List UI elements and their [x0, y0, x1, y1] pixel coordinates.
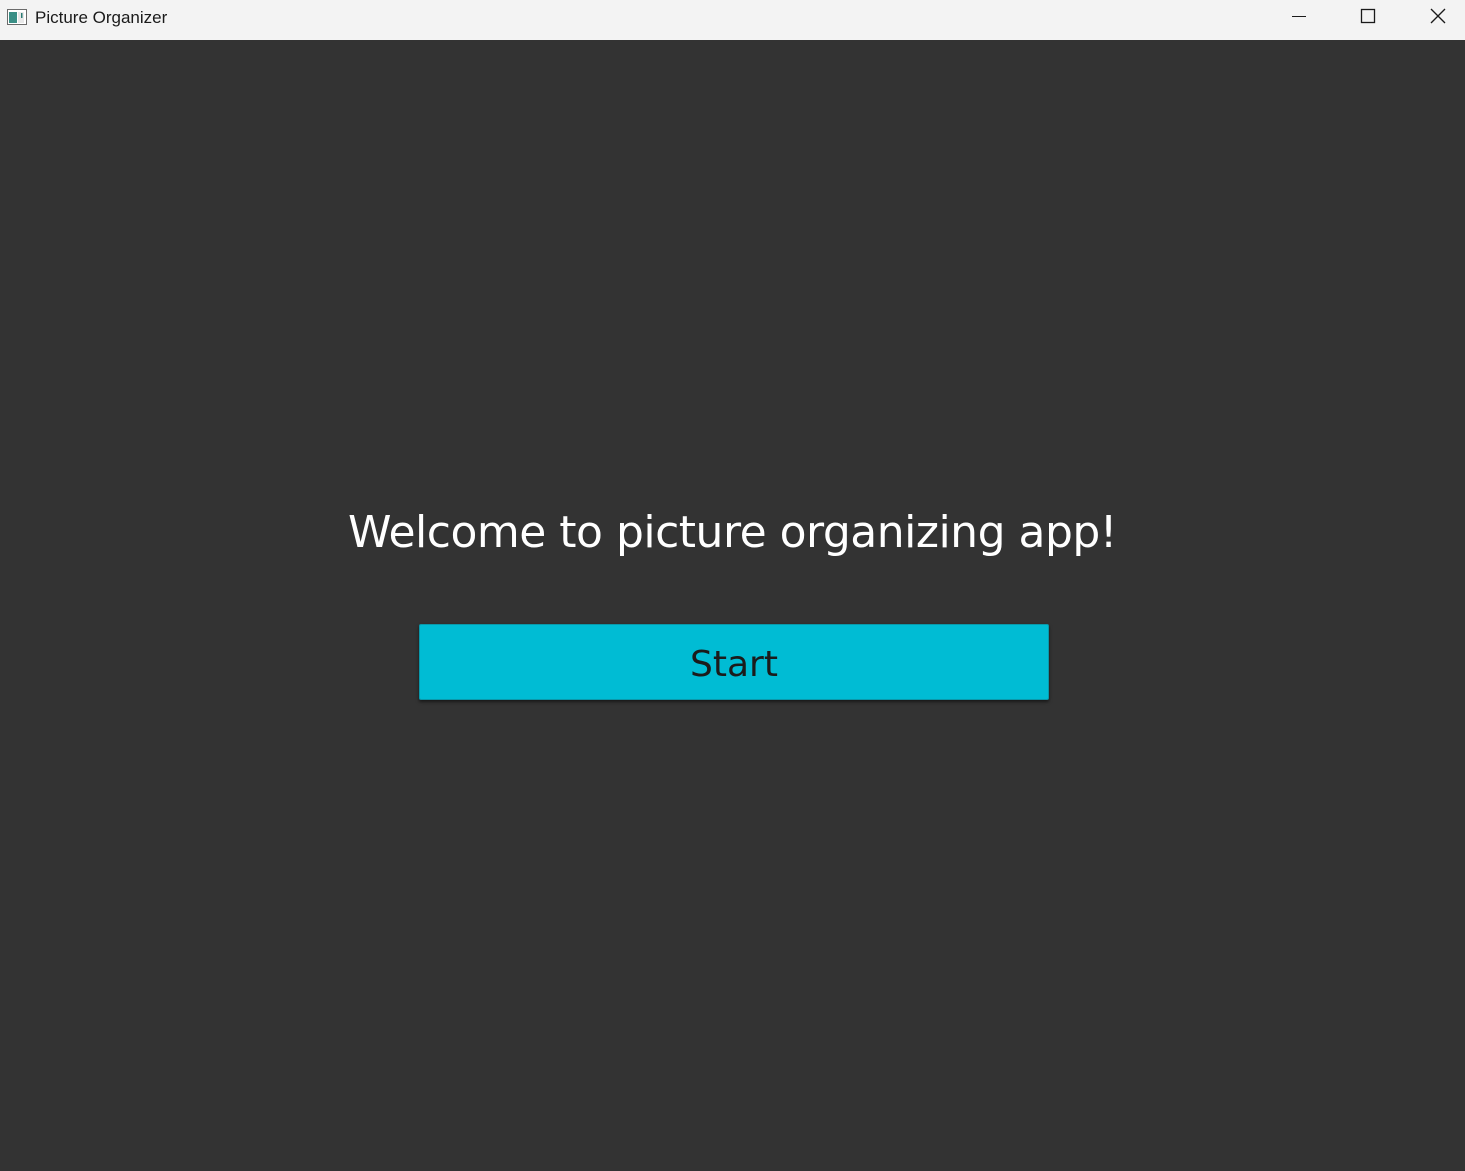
close-icon	[1430, 8, 1446, 29]
title-bar[interactable]: Picture Organizer	[0, 0, 1465, 40]
window-title: Picture Organizer	[35, 8, 168, 27]
minimize-button[interactable]	[1276, 0, 1322, 36]
main-content: Welcome to picture organizing app! Start	[0, 40, 1465, 1171]
maximize-button[interactable]	[1345, 0, 1391, 36]
app-window: Picture Organizer Welcome to picture org…	[0, 0, 1465, 1171]
minimize-icon	[1291, 8, 1307, 29]
maximize-icon	[1360, 8, 1376, 29]
close-button[interactable]	[1415, 0, 1461, 36]
welcome-heading: Welcome to picture organizing app!	[348, 507, 1117, 558]
app-window-icon	[7, 9, 27, 25]
start-button[interactable]: Start	[419, 624, 1049, 700]
